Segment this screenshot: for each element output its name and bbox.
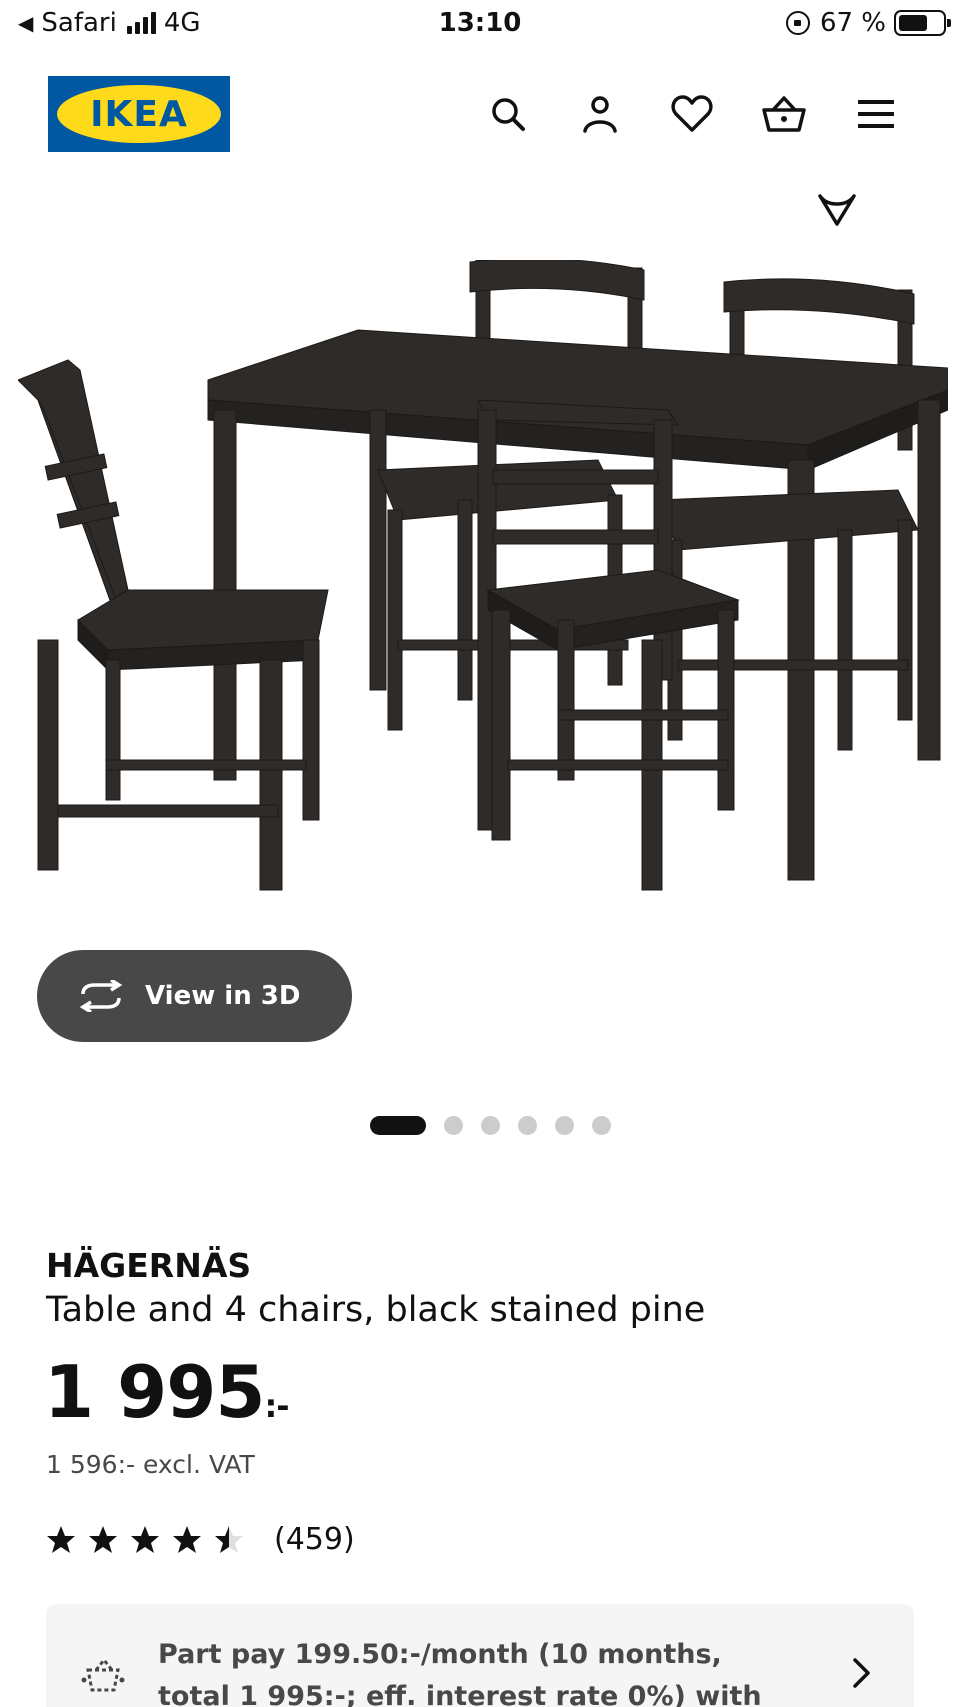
star-full-icon xyxy=(47,1525,75,1553)
part-pay-card[interactable]: Part pay 199.50:-/month (10 months, tota… xyxy=(46,1604,914,1707)
user-icon[interactable] xyxy=(576,90,624,138)
product-name: HÄGERNÄS xyxy=(46,1246,252,1285)
pagination-dot[interactable] xyxy=(443,1116,463,1135)
pagination-dot[interactable] xyxy=(517,1116,537,1135)
rating-stars xyxy=(46,1525,244,1555)
product-price: 1 995:- xyxy=(44,1350,290,1434)
gallery-pagination xyxy=(0,1116,960,1135)
search-icon[interactable] xyxy=(484,90,532,138)
view-in-3d-button[interactable]: View in 3D xyxy=(37,950,352,1042)
rotate-3d-icon xyxy=(79,980,123,1012)
pagination-dot[interactable] xyxy=(554,1116,574,1135)
status-right: 67 % xyxy=(785,8,951,38)
star-full-icon xyxy=(131,1525,159,1553)
product-image xyxy=(18,260,948,891)
pagination-dot[interactable] xyxy=(591,1116,611,1135)
battery-percent: 67 % xyxy=(819,8,886,38)
product-description: Table and 4 chairs, black stained pine xyxy=(46,1290,706,1330)
review-count: (459) xyxy=(274,1522,355,1557)
battery-fill xyxy=(899,15,928,31)
ikea-logo[interactable]: IKEA xyxy=(48,76,230,152)
heart-icon[interactable] xyxy=(668,90,716,138)
part-pay-icon xyxy=(81,1657,125,1692)
star-full-icon xyxy=(173,1525,201,1553)
pagination-dot[interactable] xyxy=(480,1116,500,1135)
view-in-3d-label: View in 3D xyxy=(145,981,301,1011)
favourite-heart-icon[interactable] xyxy=(814,190,860,230)
logo-text: IKEA xyxy=(90,93,188,135)
site-header: IKEA xyxy=(0,62,960,162)
star-full-icon xyxy=(89,1525,117,1553)
orientation-lock-icon xyxy=(785,11,810,35)
pagination-dot-active[interactable] xyxy=(369,1116,426,1135)
product-gallery[interactable] xyxy=(0,190,960,950)
price-excl-vat: 1 596:- excl. VAT xyxy=(46,1450,255,1479)
status-bar: ◀ Safari 4G 13:10 67 % xyxy=(0,0,960,50)
menu-icon[interactable] xyxy=(852,90,900,138)
price-suffix: :- xyxy=(264,1387,289,1425)
header-nav xyxy=(484,90,900,138)
product-rating[interactable]: (459) xyxy=(46,1522,355,1557)
chevron-right-icon xyxy=(853,1658,870,1688)
battery-icon xyxy=(894,10,951,36)
price-main: 1 995 xyxy=(44,1350,265,1434)
part-pay-text: Part pay 199.50:-/month (10 months, tota… xyxy=(158,1639,762,1707)
star-half-icon xyxy=(215,1525,243,1553)
logo-oval: IKEA xyxy=(57,85,221,143)
basket-icon[interactable] xyxy=(760,90,808,138)
